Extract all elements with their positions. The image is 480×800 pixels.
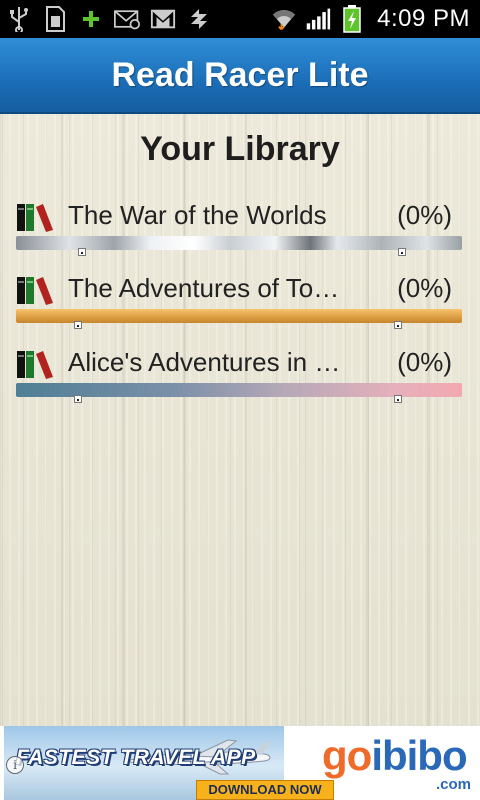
signal-icon xyxy=(305,6,331,32)
library-screen: Your Library The War of the Worlds (0%) … xyxy=(0,114,480,726)
ad-domain: .com xyxy=(436,776,472,793)
ad-brand-logo: goibibo xyxy=(322,732,468,780)
gmail-icon xyxy=(150,6,176,32)
sync-icon xyxy=(186,6,212,32)
end-marker-icon xyxy=(394,395,402,403)
end-marker-icon xyxy=(394,321,402,329)
clock: 4:09 PM xyxy=(377,5,470,32)
sim-card-icon xyxy=(42,6,68,32)
book-progress-label: (0%) xyxy=(397,200,452,230)
book-item[interactable]: The War of the Worlds (0%) xyxy=(16,198,464,258)
notification-icons xyxy=(6,4,212,34)
download-now-button[interactable]: DOWNLOAD NOW xyxy=(196,780,334,800)
books-icon xyxy=(16,202,62,232)
book-title: The War of the Worlds xyxy=(68,200,327,230)
ad-headline: FASTEST TRAVEL APP xyxy=(16,746,256,769)
start-marker-icon xyxy=(78,248,86,256)
info-icon[interactable]: i xyxy=(6,756,24,774)
book-item[interactable]: Alice's Adventures in … (0%) xyxy=(16,345,464,405)
wifi-icon xyxy=(271,6,297,32)
book-title: Alice's Adventures in … xyxy=(68,347,341,377)
book-progress-label: (0%) xyxy=(397,347,452,377)
usb-icon xyxy=(6,6,32,32)
system-icons: 4:09 PM xyxy=(271,4,470,34)
ad-banner[interactable]: FASTEST TRAVEL APP DOWNLOAD NOW goibibo … xyxy=(0,726,480,800)
books-icon xyxy=(16,275,62,305)
start-marker-icon xyxy=(74,321,82,329)
end-marker-icon xyxy=(398,248,406,256)
brand-go: go xyxy=(322,732,372,779)
books-icon xyxy=(16,349,62,379)
start-marker-icon xyxy=(74,395,82,403)
plus-icon xyxy=(78,6,104,32)
status-bar: 4:09 PM xyxy=(0,0,480,38)
app-title: Read Racer Lite xyxy=(111,55,369,94)
book-title: The Adventures of To… xyxy=(68,273,340,303)
battery-charging-icon xyxy=(339,5,365,33)
book-item[interactable]: The Adventures of To… (0%) xyxy=(16,271,464,331)
app-title-bar: Read Racer Lite xyxy=(0,38,480,114)
book-progress-label: (0%) xyxy=(397,273,452,303)
email-sync-icon xyxy=(114,6,140,32)
brand-ibibo: ibibo xyxy=(371,732,467,779)
library-heading: Your Library xyxy=(140,130,340,168)
